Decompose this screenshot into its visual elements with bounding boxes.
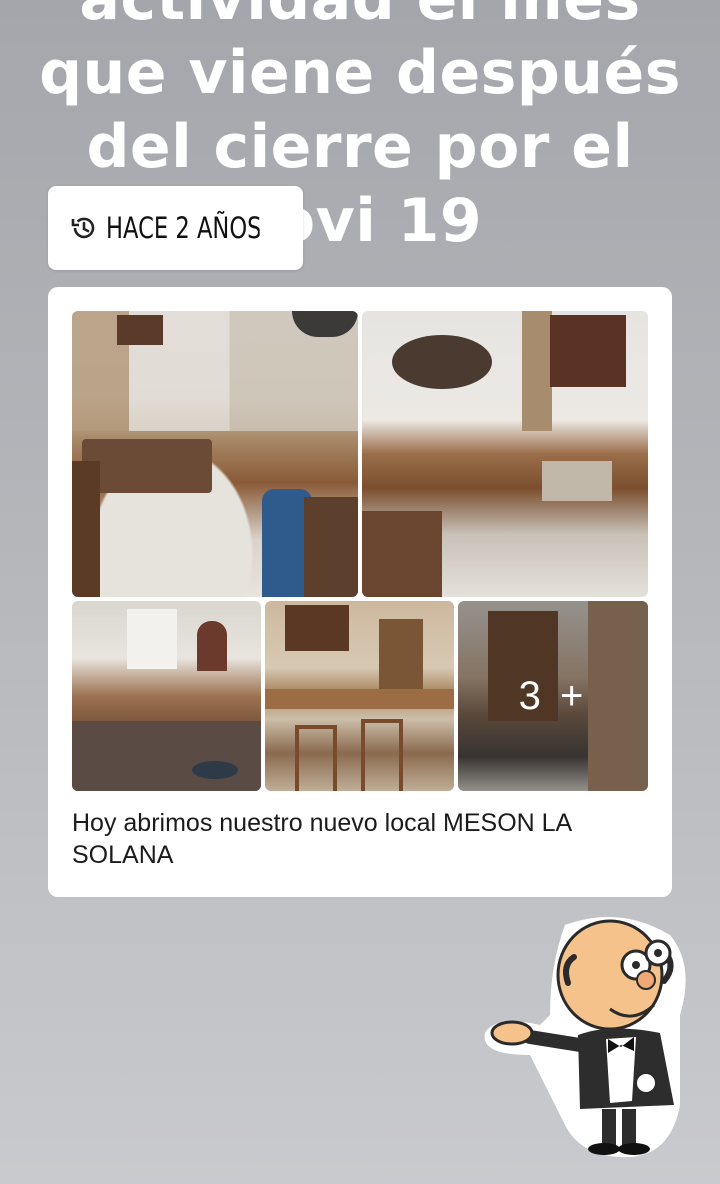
more-photos-count: 3 + xyxy=(518,673,588,718)
history-icon xyxy=(70,214,98,242)
photo-dining-room-1[interactable] xyxy=(72,311,358,597)
photo-bar-counter[interactable] xyxy=(265,601,454,791)
headline-line: actividad el mes xyxy=(20,0,700,36)
photo-dining-room-2[interactable] xyxy=(362,311,648,597)
headline-line: del cierre por el xyxy=(86,112,634,182)
photo-more[interactable]: 3 + xyxy=(458,601,648,791)
post-card[interactable]: 3 + Hoy abrimos nuestro nuevo local MESO… xyxy=(48,287,672,897)
time-ago-chip: HACE 2 AÑOS xyxy=(48,186,303,270)
headline-line: que viene después xyxy=(39,38,681,108)
post-caption: Hoy abrimos nuestro nuevo local MESON LA… xyxy=(72,809,571,869)
more-photos-overlay[interactable]: 3 + xyxy=(458,601,648,791)
time-ago-label: HACE 2 AÑOS xyxy=(106,211,260,245)
waiter-mascot-icon xyxy=(470,905,700,1165)
photo-dining-room-3[interactable] xyxy=(72,601,261,791)
